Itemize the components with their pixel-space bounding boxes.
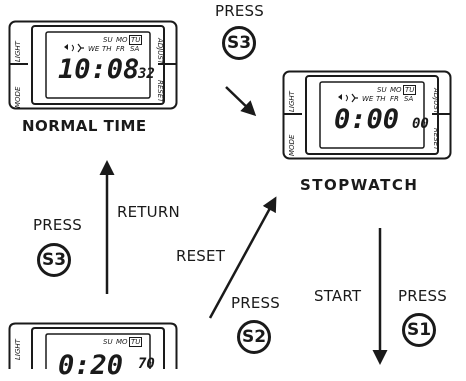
diagram-stage: LIGHT MODE ADJUST RESET SU MO TU WE TH F… <box>0 0 466 381</box>
start-press-label: PRESS <box>398 287 447 305</box>
s2-button: S2 <box>237 320 271 354</box>
s3-button-top: S3 <box>222 26 256 60</box>
arrow-to-stopwatch <box>225 86 257 117</box>
reset-label: RESET <box>176 247 226 265</box>
return-press-label: PRESS <box>33 216 82 234</box>
to-stopwatch-press-label: PRESS <box>215 2 264 20</box>
s1-button: S1 <box>402 313 436 347</box>
s3-button-left: S3 <box>37 243 71 277</box>
return-label: RETURN <box>117 203 180 221</box>
reset-press-label: PRESS <box>231 294 280 312</box>
start-label: START <box>314 287 362 305</box>
